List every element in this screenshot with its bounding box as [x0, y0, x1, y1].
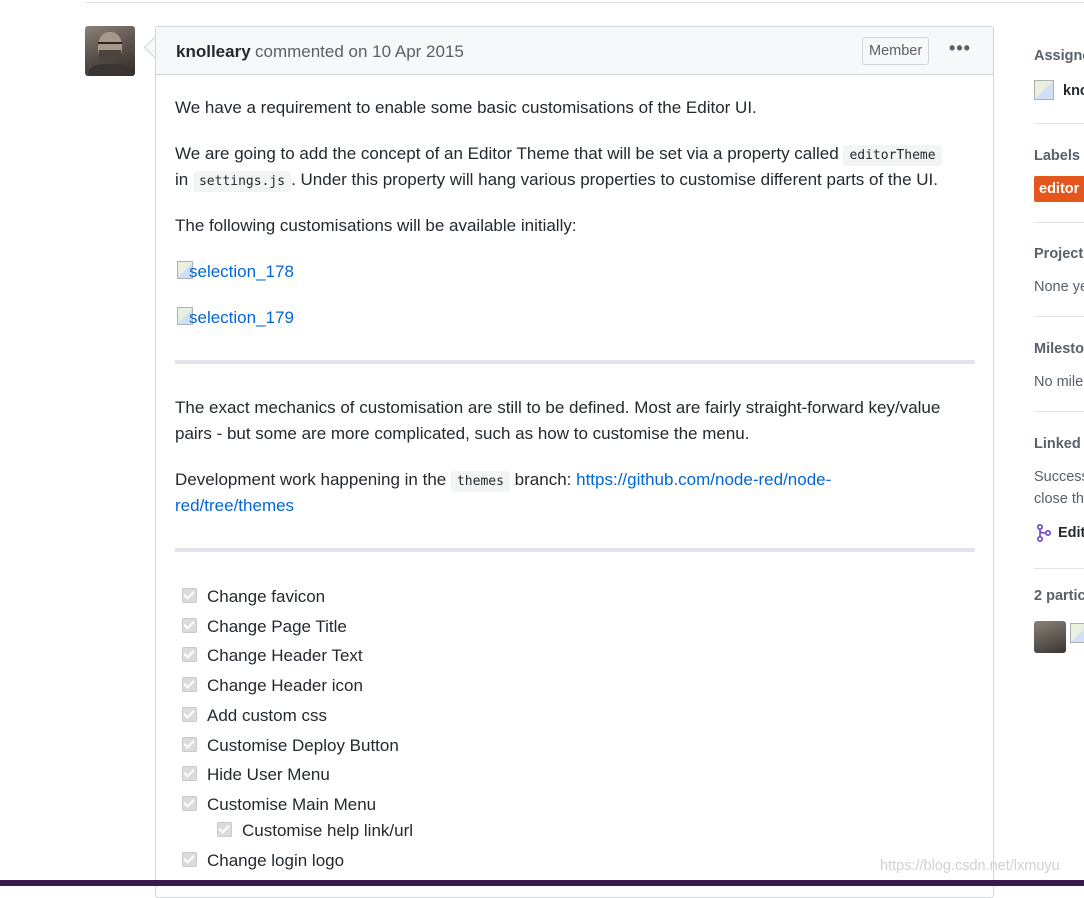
sidebar-divider [1034, 222, 1084, 223]
author-avatar[interactable] [85, 26, 135, 76]
paragraph: red/tree/themes [175, 493, 294, 519]
comment-timestamp[interactable]: commented on 10 Apr 2015 [255, 42, 464, 62]
checkbox-icon[interactable] [182, 647, 197, 662]
task-item: Change Page Title [182, 614, 347, 640]
inline-code: settings.js [192, 171, 292, 192]
inline-code: editorTheme [843, 145, 942, 166]
checkbox-icon[interactable] [182, 766, 197, 781]
paragraph: The exact mechanics of customisation are… [175, 398, 941, 417]
author-link[interactable]: knolleary [176, 42, 251, 62]
taskbar-strip [0, 880, 1084, 886]
issue-sidebar: Assigne knc Labels editor Projects None … [1034, 0, 1084, 886]
comment-header: knolleary commented on 10 Apr 2015 Membe… [156, 27, 993, 75]
linked-text: Success [1034, 469, 1084, 485]
task-item: Change Header Text [182, 643, 363, 669]
task-item: Change login logo [182, 848, 344, 874]
task-item: Change Header icon [182, 673, 363, 699]
participants-heading: 2 partic [1034, 588, 1084, 604]
top-divider [85, 2, 1084, 3]
sidebar-divider [1034, 123, 1084, 124]
paragraph: pairs - but some are more complicated, s… [175, 424, 750, 443]
inline-code: themes [450, 471, 510, 492]
branch-link[interactable]: red/tree/themes [175, 496, 294, 515]
paragraph: We are going to add the concept of an Ed… [175, 141, 942, 169]
milestone-heading[interactable]: Milesto [1034, 341, 1084, 357]
divider [175, 360, 975, 364]
projects-value: None ye [1034, 279, 1084, 295]
checkbox-icon[interactable] [182, 677, 197, 692]
checkbox-icon[interactable] [217, 822, 232, 837]
member-badge: Member [862, 37, 930, 65]
task-item: Customise Deploy Button [182, 733, 399, 759]
sidebar-divider [1034, 316, 1084, 317]
comment-box: knolleary commented on 10 Apr 2015 Membe… [155, 26, 994, 898]
checkbox-icon[interactable] [182, 737, 197, 752]
task-subitem: Customise help link/url [217, 818, 413, 844]
task-item: Change favicon [182, 584, 325, 610]
sidebar-divider [1034, 568, 1084, 569]
paragraph: Development work happening in the themes… [175, 467, 831, 495]
assignee-avatar[interactable] [1034, 80, 1054, 100]
checkbox-icon[interactable] [182, 588, 197, 603]
linked-edit-link[interactable]: Edit [1058, 522, 1084, 544]
assignee-name[interactable]: knc [1063, 80, 1084, 102]
paragraph: in settings.js. Under this property will… [175, 167, 938, 195]
assignees-heading[interactable]: Assigne [1034, 48, 1084, 64]
broken-image-link[interactable]: selection_179 [175, 305, 294, 331]
task-item: Add custom css [182, 703, 327, 729]
milestone-value: No mile [1034, 374, 1084, 390]
labels-heading[interactable]: Labels [1034, 148, 1080, 164]
projects-heading[interactable]: Projects [1034, 246, 1084, 262]
divider [175, 548, 975, 552]
checkbox-icon[interactable] [182, 707, 197, 722]
branch-link[interactable]: https://github.com/node-red/node- [576, 470, 831, 489]
checkbox-icon[interactable] [182, 852, 197, 867]
paragraph: We have a requirement to enable some bas… [175, 98, 757, 117]
linked-heading[interactable]: Linked [1034, 436, 1081, 452]
checkbox-icon[interactable] [182, 618, 197, 633]
participant-avatar[interactable] [1034, 621, 1066, 653]
checkbox-icon[interactable] [182, 796, 197, 811]
linked-text: close th [1034, 491, 1084, 507]
git-branch-icon [1037, 524, 1052, 542]
task-item: Customise Main Menu [182, 792, 376, 818]
label-editor[interactable]: editor [1034, 176, 1084, 202]
watermark: https://blog.csdn.net/lxmuyu [880, 858, 1060, 874]
broken-image-link[interactable]: selection_178 [175, 259, 294, 285]
paragraph: The following customisations will be ava… [175, 216, 577, 235]
participant-avatar[interactable] [1070, 623, 1084, 643]
more-options-icon[interactable]: ••• [946, 37, 974, 63]
task-item: Hide User Menu [182, 762, 330, 788]
sidebar-divider [1034, 411, 1084, 412]
